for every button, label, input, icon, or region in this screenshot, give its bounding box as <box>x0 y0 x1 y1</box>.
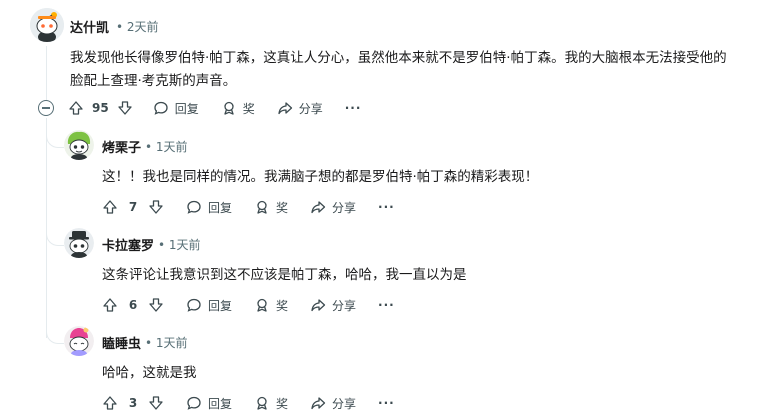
more-icon: ··· <box>344 101 362 115</box>
more-icon: ··· <box>378 200 395 214</box>
share-arrow-icon <box>311 397 326 410</box>
comment-bubble-icon <box>187 396 201 410</box>
award-icon <box>257 298 267 312</box>
comment-body: 这条评论让我意识到这不应该是帕丁森，哈哈，我一直以为是 <box>102 264 752 287</box>
downvote-icon[interactable] <box>117 100 133 116</box>
comment-meta: • 2天前 <box>116 18 159 35</box>
collapse-icon[interactable] <box>38 100 54 116</box>
thread-connector-1 <box>46 118 64 148</box>
award-button[interactable]: 奖 <box>254 199 288 216</box>
award-label: 奖 <box>242 101 255 116</box>
vote-group: 3 <box>102 395 164 411</box>
separator-dot: • <box>145 140 153 154</box>
share-arrow-icon <box>311 299 326 312</box>
comment-actions: 3 回复 奖 分享 ··· <box>102 391 395 415</box>
thread-connector-3 <box>46 314 64 344</box>
share-arrow-icon <box>278 102 292 115</box>
share-label: 分享 <box>332 200 357 215</box>
avatar[interactable] <box>30 8 64 42</box>
award-label: 奖 <box>276 200 289 215</box>
comment-meta: • 1天前 <box>145 334 188 351</box>
separator-dot: • <box>158 238 166 252</box>
comment-age[interactable]: 1天前 <box>156 336 188 350</box>
separator-dot: • <box>116 20 124 34</box>
separator-dot: • <box>145 336 153 350</box>
comment-bubble-icon <box>154 101 168 115</box>
vote-count: 3 <box>128 396 138 410</box>
reply-label: 回复 <box>208 396 233 411</box>
comment-body-line: 我发现他长得像罗伯特·帕丁森，这真让人分心，虽然他本来就不是罗伯特·帕丁森。我的… <box>70 50 727 66</box>
avatar[interactable] <box>64 228 94 258</box>
vote-group: 7 <box>102 199 164 215</box>
comment-body-line: 哈哈，这就是我 <box>102 365 197 381</box>
avatar[interactable] <box>64 326 94 356</box>
vote-group: 95 <box>68 100 133 116</box>
award-icon <box>224 101 234 115</box>
upvote-icon[interactable] <box>102 199 118 215</box>
award-button[interactable]: 奖 <box>221 100 255 117</box>
comment-author[interactable]: 瞌睡虫 <box>102 333 141 352</box>
comment-author[interactable]: 烤栗子 <box>102 137 141 156</box>
award-button[interactable]: 奖 <box>254 395 288 412</box>
reply-button[interactable]: 回复 <box>153 100 199 117</box>
comment-age[interactable]: 1天前 <box>169 238 201 252</box>
comment-body-line: 脸配上查理·考克斯的声音。 <box>70 73 237 89</box>
more-options-button[interactable]: ··· <box>378 200 395 214</box>
comment-body: 哈哈，这就是我 <box>102 362 752 385</box>
comment-body: 这！！我也是同样的情况。我满脑子想的都是罗伯特·帕丁森的精彩表现！ <box>102 166 752 189</box>
vote-count: 7 <box>128 200 138 214</box>
thread-line-main <box>46 46 47 100</box>
comment-meta: • 1天前 <box>158 236 201 253</box>
comment-bubble-icon <box>187 200 201 214</box>
upvote-icon[interactable] <box>68 100 84 116</box>
comment-author[interactable]: 卡拉塞罗 <box>102 235 154 254</box>
comment-actions: 95 回复 奖 分享 ··· <box>68 96 361 120</box>
reply-button[interactable]: 回复 <box>186 199 232 216</box>
share-label: 分享 <box>332 396 357 411</box>
share-button[interactable]: 分享 <box>310 199 356 216</box>
vote-count: 95 <box>92 101 109 115</box>
thread-connector-2 <box>46 216 64 246</box>
comment-meta: • 1天前 <box>145 138 188 155</box>
downvote-icon[interactable] <box>148 297 164 313</box>
upvote-icon[interactable] <box>102 297 118 313</box>
reply-button[interactable]: 回复 <box>186 297 232 314</box>
comment-age[interactable]: 1天前 <box>156 140 188 154</box>
comment-age[interactable]: 2天前 <box>127 20 159 34</box>
share-button[interactable]: 分享 <box>310 395 356 412</box>
comment-bubble-icon <box>187 298 201 312</box>
more-icon: ··· <box>378 298 395 312</box>
share-button[interactable]: 分享 <box>277 100 323 117</box>
downvote-icon[interactable] <box>148 199 164 215</box>
award-label: 奖 <box>276 396 289 411</box>
more-options-button[interactable]: ··· <box>378 298 395 312</box>
comment-body: 我发现他长得像罗伯特·帕丁森，这真让人分心，虽然他本来就不是罗伯特·帕丁森。我的… <box>70 47 760 93</box>
more-options-button[interactable]: ··· <box>378 396 395 410</box>
more-options-button[interactable]: ··· <box>345 101 362 115</box>
downvote-icon[interactable] <box>148 395 164 411</box>
reply-button[interactable]: 回复 <box>186 395 232 412</box>
reply-label: 回复 <box>208 298 233 313</box>
avatar[interactable] <box>64 130 94 160</box>
comment-body-line: 这条评论让我意识到这不应该是帕丁森，哈哈，我一直以为是 <box>102 267 467 283</box>
vote-group: 6 <box>102 297 164 313</box>
comment-actions: 7 回复 奖 分享 ··· <box>102 195 395 219</box>
reply-label: 回复 <box>174 101 199 116</box>
comment-author[interactable]: 达什凯 <box>70 17 109 36</box>
award-button[interactable]: 奖 <box>254 297 288 314</box>
upvote-icon[interactable] <box>102 395 118 411</box>
more-icon: ··· <box>378 396 395 410</box>
award-icon <box>257 396 267 410</box>
share-arrow-icon <box>311 201 326 214</box>
award-icon <box>257 200 267 214</box>
share-label: 分享 <box>298 101 323 116</box>
award-label: 奖 <box>276 298 289 313</box>
comment-body-line: 这！！我也是同样的情况。我满脑子想的都是罗伯特·帕丁森的精彩表现！ <box>102 169 539 185</box>
vote-count: 6 <box>128 298 138 312</box>
comment-actions: 6 回复 奖 分享 ··· <box>102 293 395 317</box>
share-button[interactable]: 分享 <box>310 297 356 314</box>
reply-label: 回复 <box>208 200 233 215</box>
share-label: 分享 <box>332 298 357 313</box>
